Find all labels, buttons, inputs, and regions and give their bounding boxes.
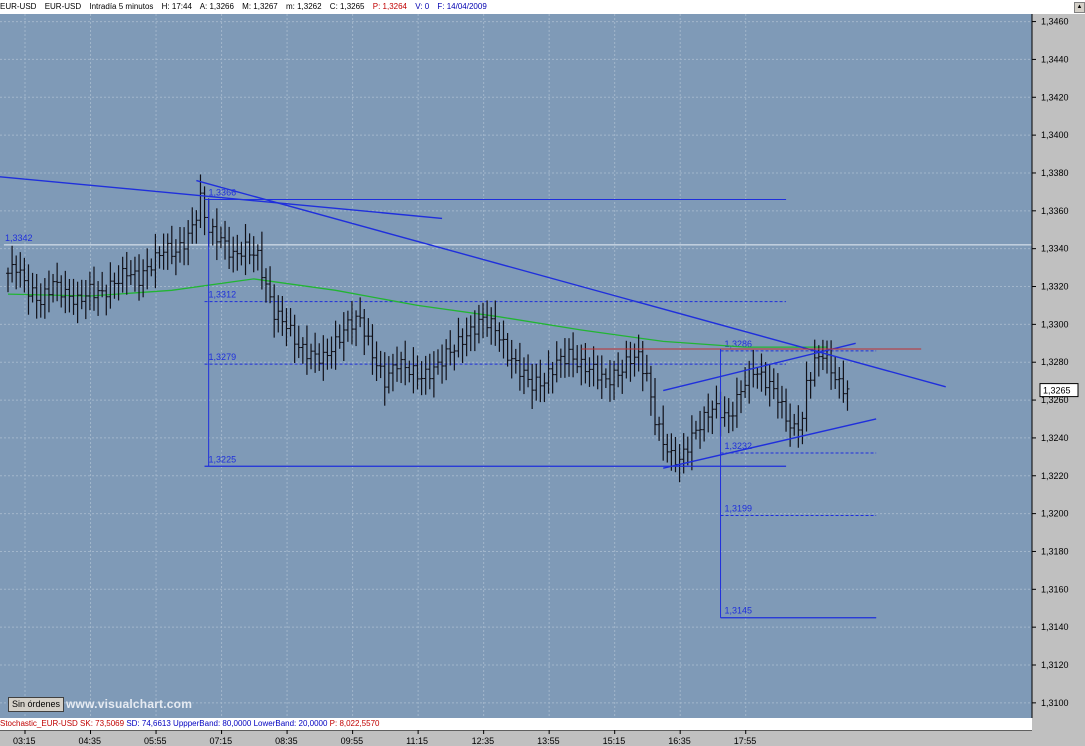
- header-p: P: 1,3264: [372, 2, 407, 11]
- indicator-sd: SD: 74,6613: [126, 719, 171, 728]
- price-level-label: 1,3232: [725, 441, 753, 451]
- header-high: M: 1,3267: [242, 2, 278, 11]
- x-tick-label: 12:35: [472, 736, 495, 746]
- y-tick-label: 1,3140: [1041, 622, 1069, 632]
- header-low: m: 1,3262: [285, 2, 322, 11]
- price-level-label: 1,3199: [725, 504, 753, 514]
- y-tick-label: 1,3300: [1041, 319, 1069, 329]
- chart-canvas[interactable]: 1,3342 1,33661,33121,32791,32251,32861,3…: [0, 0, 1085, 746]
- header-open: A: 1,3266: [199, 2, 234, 11]
- price-level-label: 1,3225: [209, 454, 237, 464]
- watermark: www.visualchart.com: [66, 697, 193, 711]
- x-tick-label: 05:55: [144, 736, 167, 746]
- y-tick-label: 1,3420: [1041, 92, 1069, 102]
- x-tick-label: 03:15: [13, 736, 36, 746]
- y-tick-label: 1,3360: [1041, 206, 1069, 216]
- x-tick-label: 08:35: [275, 736, 298, 746]
- x-tick-label: 15:15: [603, 736, 626, 746]
- y-tick-label: 1,3380: [1041, 168, 1069, 178]
- header-timeframe: Intradía 5 minutos: [89, 2, 154, 11]
- header-v: V: 0: [415, 2, 430, 11]
- orders-button[interactable]: Sin órdenes: [8, 697, 65, 712]
- indicator-p: P: 8,022,5570: [329, 719, 380, 728]
- x-tick-label: 13:55: [537, 736, 560, 746]
- y-tick-label: 1,3160: [1041, 584, 1069, 594]
- chart-header: EUR-USD EUR-USD Intradía 5 minutos H: 17…: [0, 0, 1085, 14]
- y-tick-label: 1,3460: [1041, 17, 1069, 27]
- y-tick-label: 1,3180: [1041, 546, 1069, 556]
- header-name: EUR-USD: [44, 2, 82, 11]
- y-tick-label: 1,3100: [1041, 698, 1069, 708]
- indicator-lower: LowerBand: 20,0000: [253, 719, 328, 728]
- y-tick-label: 1,3200: [1041, 509, 1069, 519]
- x-tick-label: 17:55: [734, 736, 757, 746]
- x-tick-label: 11:15: [406, 736, 428, 746]
- y-tick-label: 1,3280: [1041, 357, 1069, 367]
- y-tick-label: 1,3220: [1041, 471, 1069, 481]
- x-tick-label: 07:15: [210, 736, 233, 746]
- price-level-label: 1,3312: [209, 290, 237, 300]
- price-level-label: 1,3145: [725, 606, 753, 616]
- header-symbol: EUR-USD: [0, 2, 37, 11]
- indicator-sk: SK: 73,5069: [80, 719, 125, 728]
- y-tick-label: 1,3340: [1041, 244, 1069, 254]
- y-tick-label: 1,3440: [1041, 54, 1069, 64]
- y-tick-label: 1,3240: [1041, 433, 1069, 443]
- indicator-bar: Stochastic_EUR-USD SK: 73,5069 SD: 74,66…: [0, 718, 1032, 730]
- y-tick-label: 1,3320: [1041, 282, 1069, 292]
- x-tick-label: 04:35: [79, 736, 102, 746]
- header-date: F: 14/04/2009: [437, 2, 487, 11]
- x-tick-label: 09:55: [341, 736, 364, 746]
- y-tick-label: 1,3400: [1041, 130, 1069, 140]
- header-time: H: 17:44: [161, 2, 192, 11]
- x-tick-label: 16:35: [668, 736, 691, 746]
- price-level-label: 1,3366: [209, 187, 237, 197]
- reference-line-label: 1,3342: [5, 233, 33, 243]
- last-price-label: 1,3265: [1043, 386, 1071, 396]
- indicator-upper: UppperBand: 80,0000: [173, 719, 252, 728]
- price-level-label: 1,3279: [209, 352, 237, 362]
- indicator-name: Stochastic_EUR-USD: [0, 719, 78, 728]
- scroll-up-icon[interactable]: ▲: [1074, 2, 1085, 13]
- y-tick-label: 1,3120: [1041, 660, 1069, 670]
- header-close: C: 1,3265: [329, 2, 365, 11]
